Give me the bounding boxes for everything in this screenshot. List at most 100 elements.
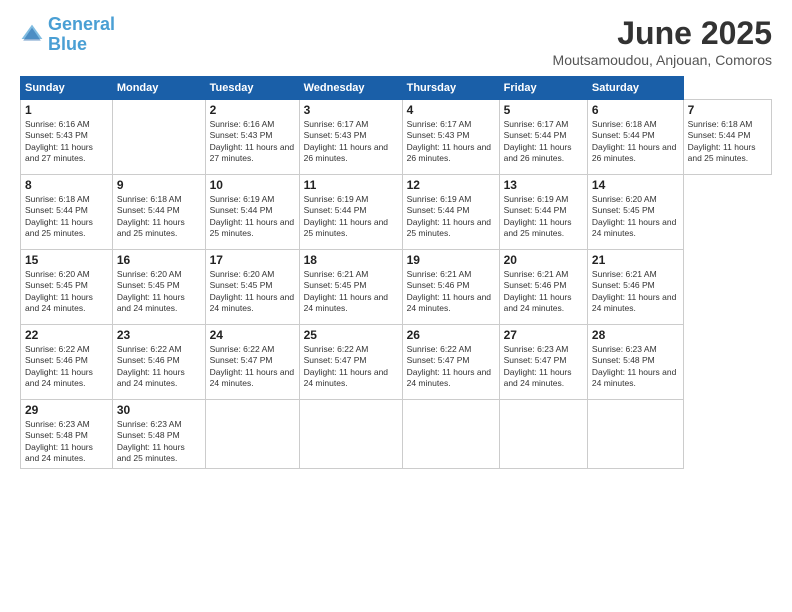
daylight-text: Daylight: 11 hours and 24 minutes. <box>504 367 583 390</box>
day-info: Sunrise: 6:19 AM Sunset: 5:44 PM Dayligh… <box>504 194 583 240</box>
day-number: 3 <box>304 103 398 117</box>
day-number: 7 <box>688 103 767 117</box>
daylight-text: Daylight: 11 hours and 24 minutes. <box>592 367 679 390</box>
day-number: 27 <box>504 328 583 342</box>
sunset-text: Sunset: 5:46 PM <box>25 355 108 366</box>
daylight-text: Daylight: 11 hours and 25 minutes. <box>210 217 295 240</box>
day-number: 24 <box>210 328 295 342</box>
day-number: 28 <box>592 328 679 342</box>
day-info: Sunrise: 6:18 AM Sunset: 5:44 PM Dayligh… <box>117 194 201 240</box>
header-wednesday: Wednesday <box>299 77 402 100</box>
table-row: 5 Sunrise: 6:17 AM Sunset: 5:44 PM Dayli… <box>499 100 587 175</box>
calendar-week-row: 1 Sunrise: 6:16 AM Sunset: 5:43 PM Dayli… <box>21 100 772 175</box>
sunrise-text: Sunrise: 6:19 AM <box>304 194 398 205</box>
day-number: 18 <box>304 253 398 267</box>
sunrise-text: Sunrise: 6:22 AM <box>210 344 295 355</box>
day-number: 19 <box>407 253 495 267</box>
daylight-text: Daylight: 11 hours and 25 minutes. <box>407 217 495 240</box>
daylight-text: Daylight: 11 hours and 26 minutes. <box>304 142 398 165</box>
subtitle: Moutsamoudou, Anjouan, Comoros <box>553 52 772 68</box>
sunrise-text: Sunrise: 6:17 AM <box>504 119 583 130</box>
table-row: 19 Sunrise: 6:21 AM Sunset: 5:46 PM Dayl… <box>402 250 499 325</box>
table-row: 11 Sunrise: 6:19 AM Sunset: 5:44 PM Dayl… <box>299 175 402 250</box>
day-number: 6 <box>592 103 679 117</box>
logo: General Blue <box>20 15 115 55</box>
calendar-table: Sunday Monday Tuesday Wednesday Thursday… <box>20 76 772 469</box>
sunset-text: Sunset: 5:48 PM <box>25 430 108 441</box>
daylight-text: Daylight: 11 hours and 26 minutes. <box>504 142 583 165</box>
sunrise-text: Sunrise: 6:18 AM <box>25 194 108 205</box>
day-number: 11 <box>304 178 398 192</box>
day-number: 26 <box>407 328 495 342</box>
sunset-text: Sunset: 5:48 PM <box>592 355 679 366</box>
sunrise-text: Sunrise: 6:23 AM <box>25 419 108 430</box>
page: General Blue June 2025 Moutsamoudou, Anj… <box>0 0 792 612</box>
day-info: Sunrise: 6:23 AM Sunset: 5:47 PM Dayligh… <box>504 344 583 390</box>
sunset-text: Sunset: 5:46 PM <box>117 355 201 366</box>
table-row: 27 Sunrise: 6:23 AM Sunset: 5:47 PM Dayl… <box>499 325 587 400</box>
table-row: 20 Sunrise: 6:21 AM Sunset: 5:46 PM Dayl… <box>499 250 587 325</box>
daylight-text: Daylight: 11 hours and 25 minutes. <box>504 217 583 240</box>
sunset-text: Sunset: 5:43 PM <box>25 130 108 141</box>
day-info: Sunrise: 6:22 AM Sunset: 5:46 PM Dayligh… <box>117 344 201 390</box>
day-number: 30 <box>117 403 201 417</box>
daylight-text: Daylight: 11 hours and 24 minutes. <box>304 367 398 390</box>
daylight-text: Daylight: 11 hours and 25 minutes. <box>117 442 201 465</box>
day-number: 9 <box>117 178 201 192</box>
header-sunday: Sunday <box>21 77 113 100</box>
logo-icon <box>20 23 44 47</box>
sunrise-text: Sunrise: 6:17 AM <box>407 119 495 130</box>
sunrise-text: Sunrise: 6:18 AM <box>117 194 201 205</box>
calendar-week-row: 15 Sunrise: 6:20 AM Sunset: 5:45 PM Dayl… <box>21 250 772 325</box>
sunrise-text: Sunrise: 6:20 AM <box>117 269 201 280</box>
day-info: Sunrise: 6:23 AM Sunset: 5:48 PM Dayligh… <box>117 419 201 465</box>
sunrise-text: Sunrise: 6:20 AM <box>592 194 679 205</box>
daylight-text: Daylight: 11 hours and 26 minutes. <box>407 142 495 165</box>
day-number: 1 <box>25 103 108 117</box>
month-title: June 2025 <box>553 15 772 52</box>
sunset-text: Sunset: 5:45 PM <box>592 205 679 216</box>
title-section: June 2025 Moutsamoudou, Anjouan, Comoros <box>553 15 772 68</box>
logo-general: General <box>48 14 115 34</box>
header-monday: Monday <box>112 77 205 100</box>
sunrise-text: Sunrise: 6:23 AM <box>504 344 583 355</box>
day-info: Sunrise: 6:17 AM Sunset: 5:43 PM Dayligh… <box>304 119 398 165</box>
daylight-text: Daylight: 11 hours and 25 minutes. <box>25 217 108 240</box>
table-row: 26 Sunrise: 6:22 AM Sunset: 5:47 PM Dayl… <box>402 325 499 400</box>
sunset-text: Sunset: 5:48 PM <box>117 430 201 441</box>
sunrise-text: Sunrise: 6:22 AM <box>407 344 495 355</box>
sunrise-text: Sunrise: 6:21 AM <box>592 269 679 280</box>
calendar-header-row: Sunday Monday Tuesday Wednesday Thursday… <box>21 77 772 100</box>
day-number: 20 <box>504 253 583 267</box>
header-friday: Friday <box>499 77 587 100</box>
day-info: Sunrise: 6:20 AM Sunset: 5:45 PM Dayligh… <box>117 269 201 315</box>
table-row: 6 Sunrise: 6:18 AM Sunset: 5:44 PM Dayli… <box>587 100 683 175</box>
day-info: Sunrise: 6:18 AM Sunset: 5:44 PM Dayligh… <box>688 119 767 165</box>
sunset-text: Sunset: 5:44 PM <box>304 205 398 216</box>
sunrise-text: Sunrise: 6:18 AM <box>688 119 767 130</box>
table-row <box>402 400 499 469</box>
table-row: 22 Sunrise: 6:22 AM Sunset: 5:46 PM Dayl… <box>21 325 113 400</box>
table-row: 10 Sunrise: 6:19 AM Sunset: 5:44 PM Dayl… <box>205 175 299 250</box>
table-row: 9 Sunrise: 6:18 AM Sunset: 5:44 PM Dayli… <box>112 175 205 250</box>
daylight-text: Daylight: 11 hours and 24 minutes. <box>407 292 495 315</box>
table-row <box>205 400 299 469</box>
day-info: Sunrise: 6:21 AM Sunset: 5:46 PM Dayligh… <box>407 269 495 315</box>
sunset-text: Sunset: 5:45 PM <box>304 280 398 291</box>
day-info: Sunrise: 6:19 AM Sunset: 5:44 PM Dayligh… <box>407 194 495 240</box>
day-info: Sunrise: 6:16 AM Sunset: 5:43 PM Dayligh… <box>25 119 108 165</box>
day-number: 17 <box>210 253 295 267</box>
table-row: 23 Sunrise: 6:22 AM Sunset: 5:46 PM Dayl… <box>112 325 205 400</box>
table-row: 12 Sunrise: 6:19 AM Sunset: 5:44 PM Dayl… <box>402 175 499 250</box>
sunrise-text: Sunrise: 6:22 AM <box>304 344 398 355</box>
daylight-text: Daylight: 11 hours and 24 minutes. <box>304 292 398 315</box>
sunset-text: Sunset: 5:46 PM <box>407 280 495 291</box>
sunset-text: Sunset: 5:43 PM <box>210 130 295 141</box>
day-info: Sunrise: 6:22 AM Sunset: 5:46 PM Dayligh… <box>25 344 108 390</box>
daylight-text: Daylight: 11 hours and 25 minutes. <box>304 217 398 240</box>
sunrise-text: Sunrise: 6:23 AM <box>117 419 201 430</box>
table-row: 28 Sunrise: 6:23 AM Sunset: 5:48 PM Dayl… <box>587 325 683 400</box>
sunrise-text: Sunrise: 6:19 AM <box>210 194 295 205</box>
daylight-text: Daylight: 11 hours and 24 minutes. <box>592 292 679 315</box>
day-number: 25 <box>304 328 398 342</box>
